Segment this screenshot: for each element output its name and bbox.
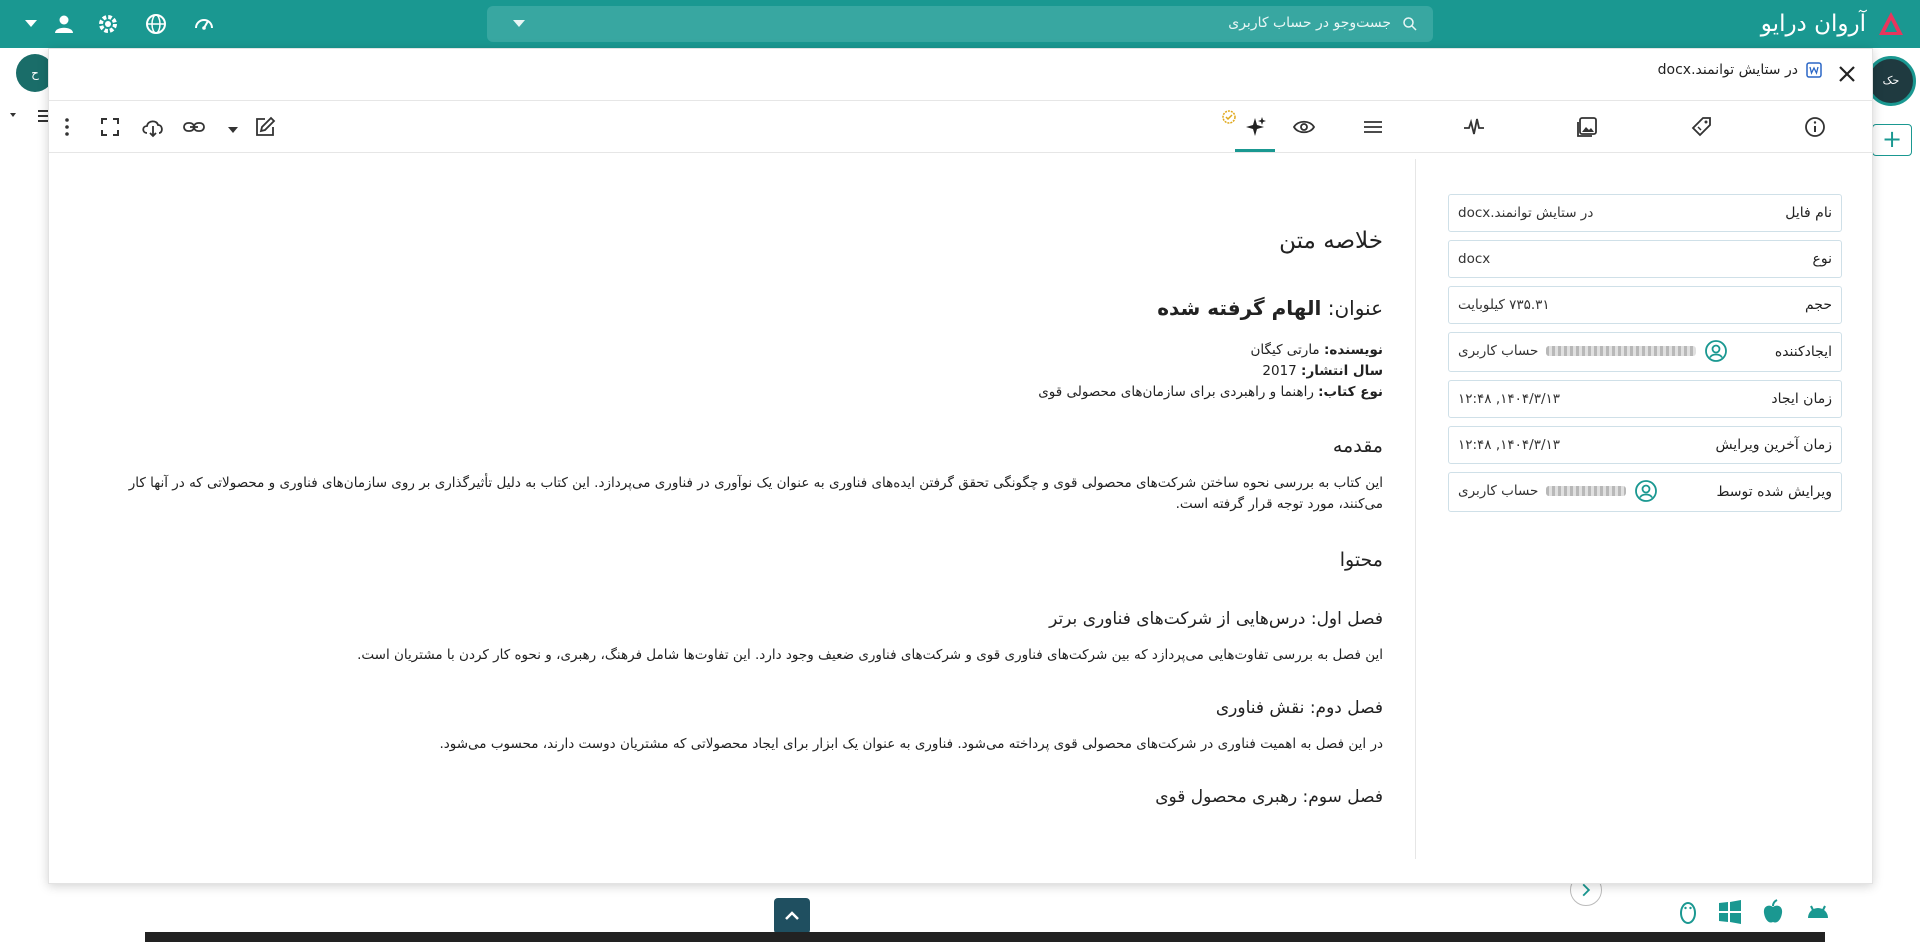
file-name-value: در ستایش توانمند.docx (1458, 205, 1594, 221)
user-avatar[interactable]: حک (1866, 56, 1916, 106)
search-input[interactable]: جست‌وجو در حساب کاربری (487, 6, 1433, 42)
info-icon[interactable] (1803, 115, 1827, 139)
edit-icon[interactable] (253, 115, 277, 139)
file-title-text: در ستایش توانمند.docx (1657, 62, 1798, 78)
intro-text: این کتاب به بررسی نحوه ساختن شرکت‌های مح… (128, 475, 1383, 512)
more-vertical-icon[interactable] (55, 115, 79, 139)
menu-icon[interactable] (1361, 115, 1385, 139)
eye-icon[interactable] (1292, 115, 1316, 139)
size-value: ۷۳۵.۳۱ کیلوبایت (1458, 297, 1550, 313)
apple-icon[interactable] (1759, 898, 1787, 926)
close-icon[interactable] (1834, 61, 1860, 87)
panel-divider (1415, 159, 1416, 859)
tag-icon[interactable] (1689, 115, 1713, 139)
active-tab-indicator (1235, 149, 1275, 152)
fullscreen-icon[interactable] (98, 115, 122, 139)
chapter-1-text: این فصل به بررسی تفاوت‌هایی می‌پردازد که… (357, 647, 1383, 663)
share-dropdown-icon[interactable] (228, 127, 238, 133)
search-icon (1403, 17, 1417, 31)
ai-sparkle-icon[interactable] (1243, 115, 1267, 139)
add-button[interactable]: + (1872, 124, 1912, 156)
book-meta: نویسنده: مارتی کیگان سال انتشار: 2017 نو… (89, 340, 1383, 403)
book-title: عنوان: الهام گرفته شده (1157, 296, 1383, 320)
background-taskbar (145, 932, 1825, 942)
linux-icon[interactable] (1674, 898, 1702, 926)
word-file-icon (1806, 62, 1822, 78)
search-placeholder: جست‌وجو در حساب کاربری (1228, 15, 1391, 31)
link-icon[interactable] (182, 115, 206, 139)
book-type-line: نوع کتاب: راهنما و راهبردی برای سازمان‌ه… (1038, 384, 1383, 400)
chapter-1-title: فصل اول: درس‌هایی از شرکت‌های فناوری برت… (1049, 609, 1383, 629)
account-dropdown-icon[interactable] (25, 20, 37, 27)
chapter-2-title: فصل دوم: نقش فناوری (1215, 698, 1383, 718)
user-circle-icon (1635, 480, 1658, 502)
user-icon[interactable] (52, 12, 76, 36)
top-bar: آروان درایو جست‌وجو در حساب کاربری (0, 0, 1920, 48)
info-row-size: حجم ۷۳۵.۳۱ کیلوبایت (1448, 286, 1842, 324)
verified-badge-icon (1222, 110, 1236, 124)
info-row-created: زمان ایجاد ۱۴۰۴/۳/۱۳, ۱۲:۴۸ (1448, 380, 1842, 418)
created-value: ۱۴۰۴/۳/۱۳, ۱۲:۴۸ (1458, 391, 1561, 407)
image-icon[interactable] (1575, 115, 1599, 139)
android-icon[interactable] (1804, 898, 1832, 926)
document-summary: خلاصه متن عنوان: الهام گرفته شده نویسنده… (89, 153, 1425, 863)
user-circle-icon (1705, 340, 1728, 362)
list-view-icon[interactable] (8, 108, 52, 124)
chapter-2-text: در این فصل به اهمیت فناوری در شرکت‌های م… (439, 736, 1383, 752)
type-value: docx (1458, 251, 1491, 267)
redacted-username (1546, 486, 1627, 496)
file-title: در ستایش توانمند.docx (1658, 62, 1822, 78)
chevron-up-icon[interactable] (774, 898, 810, 934)
modal-header: در ستایش توانمند.docx (49, 49, 1872, 101)
file-info-panel: نام فایل در ستایش توانمند.docx نوع docx … (1448, 194, 1842, 520)
info-row-type: نوع docx (1448, 240, 1842, 278)
globe-icon[interactable] (144, 12, 168, 36)
brand-name: آروان درایو (1760, 11, 1866, 37)
search-filter-dropdown-icon[interactable] (513, 20, 525, 27)
gear-icon[interactable] (96, 12, 120, 36)
year-line: سال انتشار: 2017 (1262, 363, 1383, 379)
intro-heading: مقدمه (1332, 435, 1383, 457)
windows-icon[interactable] (1716, 898, 1744, 926)
creator-value: حساب کاربری (1458, 339, 1728, 363)
activity-icon[interactable] (1462, 115, 1486, 139)
content-heading: محتوا (1339, 549, 1383, 571)
info-row-modified: زمان آخرین ویرایش ۱۴۰۴/۳/۱۳, ۱۲:۴۸ (1448, 426, 1842, 464)
modified-value: ۱۴۰۴/۳/۱۳, ۱۲:۴۸ (1458, 437, 1561, 453)
author-line: نویسنده: مارتی کیگان (1250, 342, 1383, 358)
viewer-toolbar (49, 101, 1872, 153)
info-row-file-name: نام فایل در ستایش توانمند.docx (1448, 194, 1842, 232)
speedometer-icon[interactable] (192, 12, 216, 36)
info-row-editor: ویرایش شده توسط حساب کاربری (1448, 472, 1842, 512)
file-viewer-modal: در ستایش توانمند.docx خلاصه متن عنوان: ا… (48, 48, 1873, 884)
summary-heading: خلاصه متن (1279, 228, 1383, 254)
chapter-3-title: فصل سوم: رهبری محصول قوی (1155, 787, 1383, 807)
arvan-logo-icon (1879, 12, 1903, 35)
info-row-creator: ایجادکننده حساب کاربری (1448, 332, 1842, 372)
redacted-username (1546, 346, 1697, 356)
brand[interactable]: آروان درایو (1761, 6, 1906, 42)
editor-value: حساب کاربری (1458, 479, 1658, 503)
cloud-download-icon[interactable] (140, 115, 166, 139)
